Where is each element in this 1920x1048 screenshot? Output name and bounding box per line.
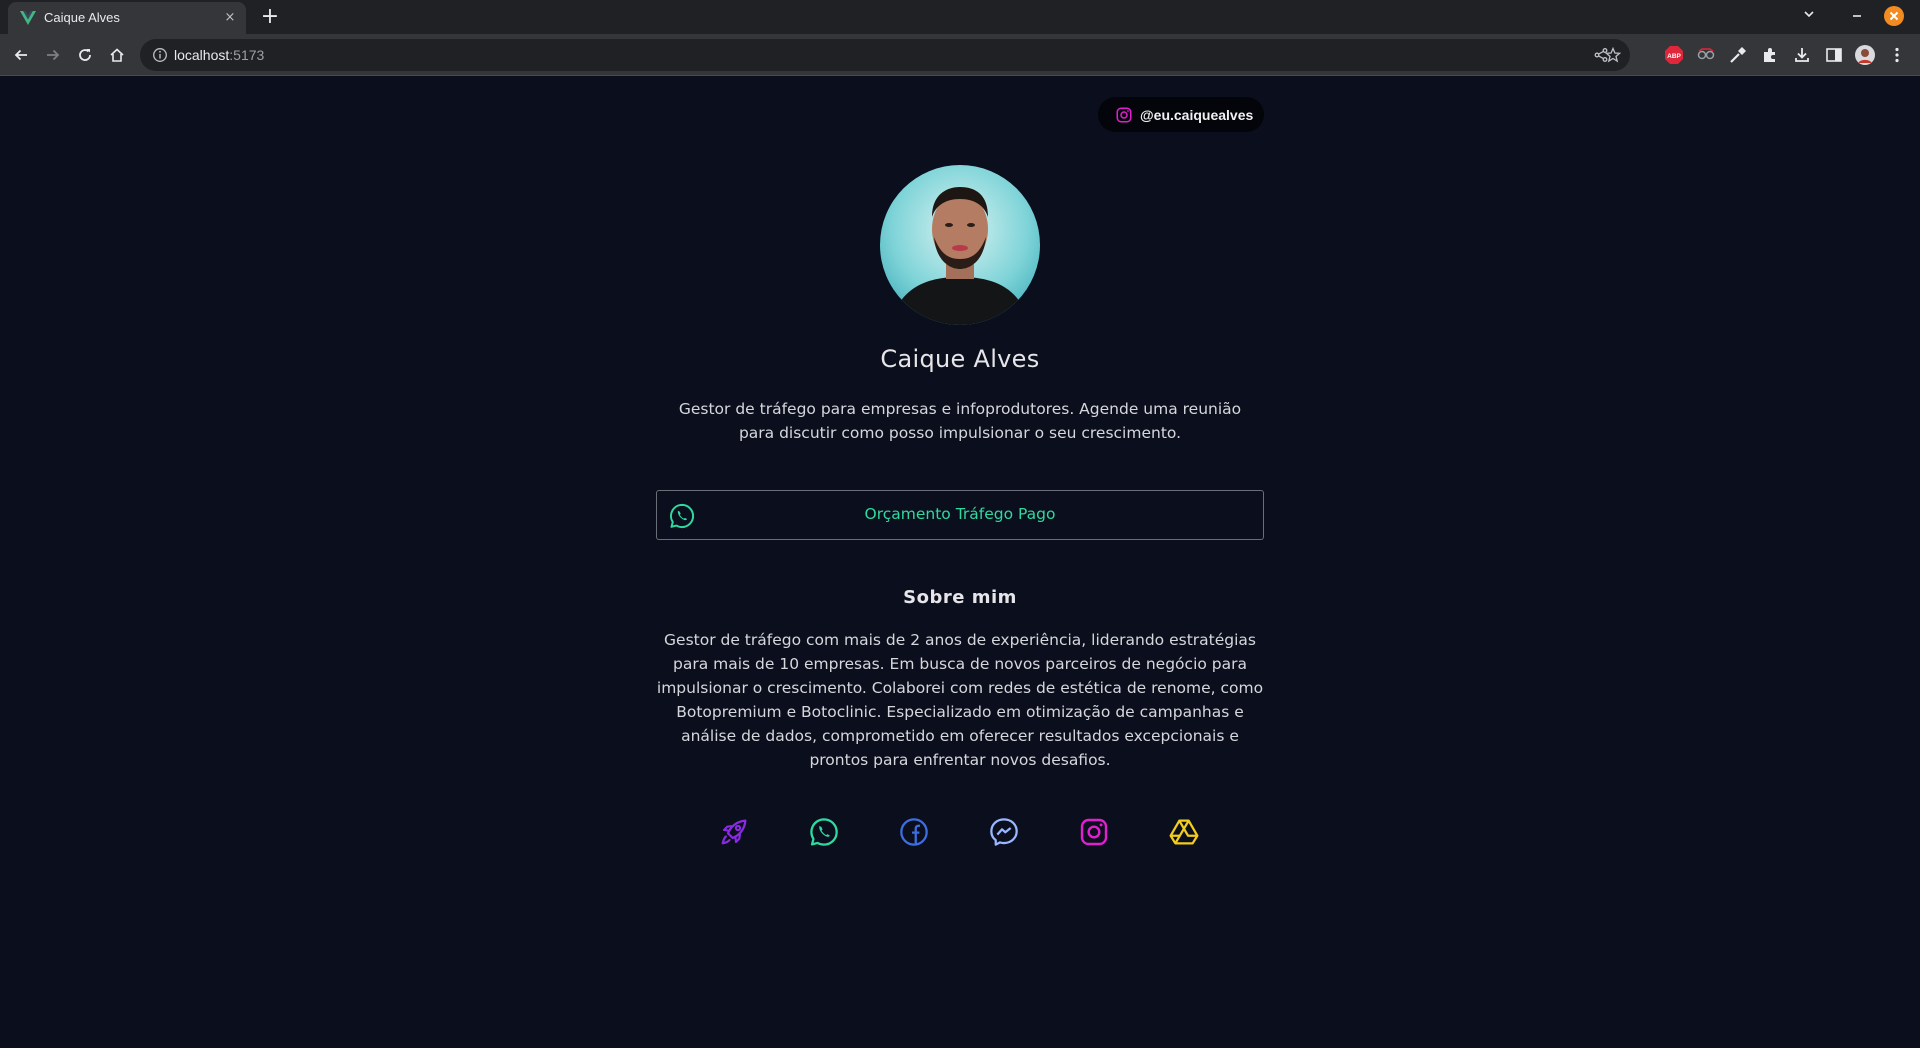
instagram-icon [1080,818,1108,846]
instagram-handle-badge[interactable]: @eu.caiquealves [1098,97,1264,132]
window-close-icon[interactable] [1884,6,1904,26]
bookmark-star-icon[interactable] [1605,47,1621,63]
instagram-icon [1116,107,1132,122]
extensions-puzzle-icon[interactable] [1760,45,1780,65]
profile-tagline: Gestor de tráfego para empresas e infopr… [678,400,1242,442]
side-panel-icon[interactable] [1824,45,1844,65]
browser-tab[interactable]: Caique Alves × [8,2,246,34]
rocket-icon [721,819,747,845]
reload-icon[interactable] [72,42,98,68]
messenger-icon [990,818,1018,846]
browser-toolbar: localhost:5173 ABP [0,34,1920,76]
facebook-icon [900,818,928,846]
download-icon[interactable] [1792,45,1812,65]
about-title: Sobre mim [903,587,1017,608]
tab-search-icon[interactable] [1797,5,1821,29]
adblock-plus-icon[interactable]: ABP [1664,45,1684,65]
vue-logo-icon [20,11,36,25]
forward-icon[interactable] [40,42,66,68]
back-icon[interactable] [8,42,34,68]
tab-close-icon[interactable]: × [222,10,238,26]
url-text: localhost:5173 [174,47,265,63]
google-drive-icon [1169,819,1199,845]
social-link-instagram[interactable] [1077,815,1111,849]
social-link-facebook[interactable] [897,815,931,849]
address-bar[interactable]: localhost:5173 [140,39,1630,71]
svg-text:ABP: ABP [1667,53,1681,60]
eyedropper-icon[interactable] [1728,45,1748,65]
browser-tab-bar: Caique Alves × + [0,0,1920,34]
whatsapp-icon [810,818,838,846]
social-link-messenger[interactable] [987,815,1021,849]
social-link-google-drive[interactable] [1167,815,1201,849]
social-link-whatsapp[interactable] [807,815,841,849]
page-content: @eu.caiquealves Caique Alves Gestor de t… [0,77,1920,1048]
profile-avatar-icon[interactable] [1855,45,1875,65]
minimize-icon[interactable] [1845,5,1869,29]
new-tab-button[interactable]: + [258,6,282,30]
profile-name: Caique Alves [880,345,1040,373]
instagram-handle: @eu.caiquealves [1140,106,1254,123]
home-icon[interactable] [104,42,130,68]
profile-photo [880,165,1040,325]
cta-label: Orçamento Tráfego Pago [864,505,1056,523]
about-text: Gestor de tráfego com mais de 2 anos de … [656,631,1264,769]
extension-glasses-icon[interactable] [1696,45,1716,65]
social-link-rocket[interactable] [717,815,751,849]
site-info-icon[interactable] [152,47,168,63]
budget-whatsapp-button[interactable]: Orçamento Tráfego Pago [656,490,1264,540]
tab-title: Caique Alves [44,10,120,25]
browser-menu-icon[interactable] [1887,45,1907,65]
